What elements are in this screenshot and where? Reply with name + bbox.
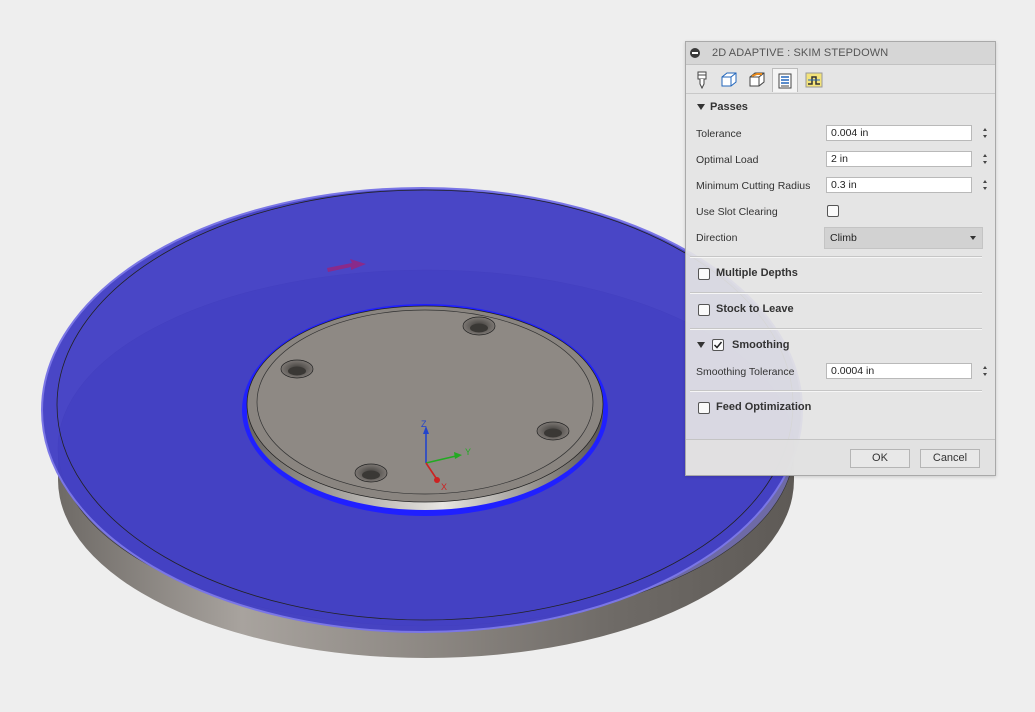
smoothing-tolerance-spinner[interactable]	[982, 363, 989, 379]
multiple-depths-checkbox[interactable]	[698, 268, 710, 280]
slot-clearing-row: Use Slot Clearing	[696, 203, 982, 223]
tolerance-spinner[interactable]	[982, 125, 989, 141]
operation-dialog: 2D ADAPTIVE : SKIM STEPDOWN Passes Toler…	[685, 41, 996, 476]
part-boss	[242, 304, 608, 516]
expand-smoothing-icon[interactable]	[697, 342, 705, 348]
divider	[690, 256, 982, 258]
feed-optimization-checkbox[interactable]	[698, 402, 710, 414]
min-cutting-radius-spinner[interactable]	[982, 177, 989, 193]
dialog-titlebar[interactable]: 2D ADAPTIVE : SKIM STEPDOWN	[686, 42, 995, 65]
chevron-down-icon	[970, 236, 976, 240]
stock-to-leave-title: Stock to Leave	[716, 303, 794, 315]
ok-button[interactable]: OK	[850, 449, 910, 468]
smoothing-tolerance-label: Smoothing Tolerance	[696, 366, 795, 378]
min-cutting-radius-label: Minimum Cutting Radius	[696, 180, 811, 192]
optimal-load-label: Optimal Load	[696, 154, 759, 166]
triad-z-label: Z	[421, 419, 427, 429]
direction-row: Direction Climb	[696, 227, 983, 249]
passes-title: Passes	[710, 101, 748, 113]
divider	[690, 328, 982, 330]
smoothing-tolerance-input[interactable]: 0.0004 in	[826, 363, 972, 379]
min-cutting-radius-row: Minimum Cutting Radius 0.3 in	[696, 177, 987, 197]
tab-linking[interactable]	[801, 68, 827, 92]
tool-tab-icon	[697, 71, 707, 89]
expand-passes-icon[interactable]	[697, 104, 705, 110]
smoothing-title: Smoothing	[732, 339, 790, 351]
checkmark-icon	[713, 341, 723, 349]
triad-y-label: Y	[465, 447, 471, 457]
divider	[690, 292, 982, 294]
tab-passes[interactable]	[772, 68, 798, 92]
hole	[354, 463, 388, 483]
tolerance-row: Tolerance 0.004 in	[696, 125, 987, 145]
linking-tab-icon	[805, 72, 823, 88]
stock-to-leave-checkbox[interactable]	[698, 304, 710, 316]
heights-tab-icon	[749, 72, 765, 87]
dialog-tabs	[686, 65, 995, 94]
smoothing-tolerance-row: Smoothing Tolerance 0.0004 in	[696, 363, 987, 383]
tolerance-label: Tolerance	[696, 128, 742, 140]
optimal-load-input[interactable]: 2 in	[826, 151, 972, 167]
optimal-load-row: Optimal Load 2 in	[696, 151, 987, 171]
tab-geometry[interactable]	[716, 68, 742, 92]
multiple-depths-title: Multiple Depths	[716, 267, 798, 279]
optimal-load-spinner[interactable]	[982, 151, 989, 167]
divider	[690, 390, 982, 392]
slot-clearing-label: Use Slot Clearing	[696, 206, 778, 218]
geometry-tab-icon	[721, 72, 737, 87]
dialog-title: 2D ADAPTIVE : SKIM STEPDOWN	[712, 47, 889, 59]
hole	[462, 316, 496, 336]
tolerance-input[interactable]: 0.004 in	[826, 125, 972, 141]
triad-x-label: X	[441, 482, 447, 492]
dialog-footer: OK Cancel	[686, 439, 995, 475]
cancel-button[interactable]: Cancel	[920, 449, 980, 468]
hole	[280, 359, 314, 379]
hole	[536, 421, 570, 441]
direction-label: Direction	[696, 232, 738, 244]
smoothing-checkbox[interactable]	[712, 339, 724, 351]
slot-clearing-checkbox[interactable]	[827, 205, 839, 217]
tab-heights[interactable]	[744, 68, 770, 92]
feed-optimization-title: Feed Optimization	[716, 401, 812, 413]
direction-select[interactable]: Climb	[824, 227, 983, 249]
passes-tab-icon	[778, 73, 792, 88]
collapse-icon[interactable]	[690, 48, 700, 58]
direction-value: Climb	[830, 232, 857, 244]
tab-tool[interactable]	[689, 68, 715, 92]
min-cutting-radius-input[interactable]: 0.3 in	[826, 177, 972, 193]
